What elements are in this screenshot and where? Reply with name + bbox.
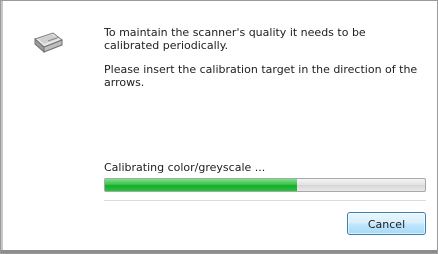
scanner-icon: [34, 32, 64, 54]
message-line-2: Please insert the calibration target in …: [104, 63, 418, 89]
cancel-button[interactable]: Cancel: [347, 212, 426, 235]
progress-fill: [105, 179, 297, 191]
progress-label: Calibrating color/greyscale ...: [104, 161, 266, 174]
window-border-bottom: [1, 250, 437, 253]
message-line-1: To maintain the scanner's quality it nee…: [104, 26, 366, 52]
calibration-dialog: To maintain the scanner's quality it nee…: [0, 0, 438, 254]
separator-line: [104, 200, 426, 201]
calibration-message: To maintain the scanner's quality it nee…: [104, 26, 424, 100]
calibration-progress-bar: [104, 178, 426, 192]
window-border-left: [1, 1, 3, 253]
